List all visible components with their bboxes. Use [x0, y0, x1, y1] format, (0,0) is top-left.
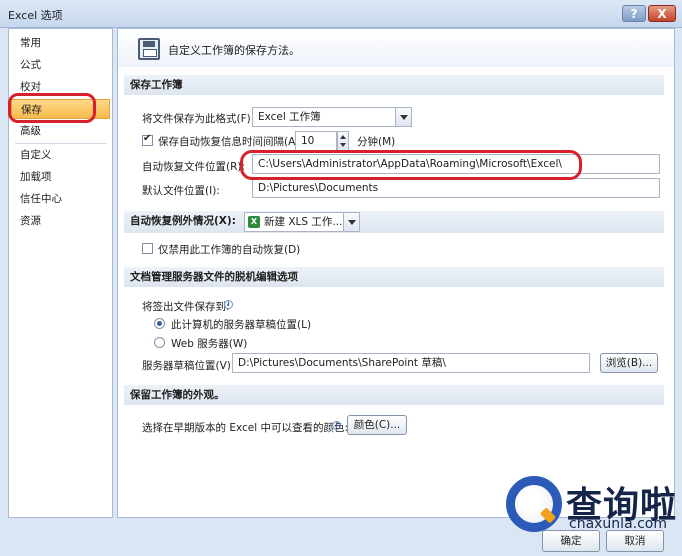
section-save-workbooks: 保存工作簿 [124, 75, 664, 95]
local-drafts-label: 此计算机的服务器草稿位置(L) [171, 319, 312, 331]
save-to-label: 将签出文件保存到: [142, 301, 230, 313]
autorecover-exceptions-label: 自动恢复例外情况(X): [130, 215, 236, 227]
save-icon [138, 38, 160, 60]
default-location-label: 默认文件位置(I): [142, 185, 220, 197]
sidebar-item-addins[interactable]: 加载项 [11, 167, 110, 187]
browse-button[interactable]: 浏览(B)... [600, 353, 658, 373]
autorecover-checkbox[interactable] [142, 133, 153, 146]
drafts-location-input[interactable]: D:\Pictures\Documents\SharePoint 草稿\ [232, 353, 590, 373]
radio-local-drafts[interactable] [154, 318, 165, 329]
chevron-down-icon[interactable] [395, 108, 411, 126]
sidebar-item-resources[interactable]: 资源 [11, 211, 110, 231]
sidebar-item-popular[interactable]: 常用 [11, 33, 110, 53]
cancel-button[interactable]: 取消 [606, 530, 664, 552]
sidebar-item-advanced[interactable]: 高级 [11, 121, 110, 141]
watermark-logo-icon [506, 476, 562, 532]
web-server-label: Web 服务器(W) [171, 338, 248, 350]
autorecover-location-label: 自动恢复文件位置(R): [142, 161, 246, 173]
ok-button[interactable]: 确定 [542, 530, 600, 552]
section-offline-editing: 文档管理服务器文件的脱机编辑选项 [124, 267, 664, 287]
sidebar-item-formulas[interactable]: 公式 [11, 55, 110, 75]
autorecover-label: 保存自动恢复信息时间间隔(A) [158, 136, 300, 148]
watermark-domain: chaxunla.com [569, 516, 667, 532]
save-format-value: Excel 工作簿 [258, 111, 321, 123]
exceptions-workbook-value: 新建 XLS 工作... [264, 216, 343, 228]
radio-web-server[interactable] [154, 337, 165, 348]
header-description: 自定义工作簿的保存方法。 [168, 44, 300, 57]
exceptions-workbook-select[interactable]: X 新建 XLS 工作... [244, 212, 360, 232]
colors-label: 选择在早期版本的 Excel 中可以查看的颜色: [142, 422, 349, 434]
autorecover-minutes-spinner[interactable] [337, 131, 349, 151]
colors-button[interactable]: 颜色(C)... [347, 415, 407, 435]
sidebar-divider [15, 143, 107, 144]
sidebar-item-customize[interactable]: 自定义 [11, 145, 110, 165]
title-bar: Excel 选项 ? X [0, 0, 682, 28]
save-format-label: 将文件保存为此格式(F): [142, 113, 255, 125]
section-appearance: 保留工作簿的外观。 [124, 385, 664, 405]
excel-file-icon: X [248, 216, 260, 228]
autorecover-minutes-input[interactable]: 10 [295, 131, 337, 151]
section-autorecover-exceptions: 自动恢复例外情况(X): [124, 211, 664, 233]
minutes-unit-label: 分钟(M) [357, 136, 396, 148]
options-content: 自定义工作簿的保存方法。 保存工作簿 将文件保存为此格式(F): Excel 工… [117, 28, 675, 518]
drafts-location-label: 服务器草稿位置(V): [142, 360, 235, 372]
close-button[interactable]: X [648, 5, 676, 22]
annotation-circle-save [8, 93, 96, 123]
sidebar-item-trust-center[interactable]: 信任中心 [11, 189, 110, 209]
save-format-select[interactable]: Excel 工作簿 [252, 107, 412, 127]
disable-autorecover-label: 仅禁用此工作簿的自动恢复(D) [158, 244, 301, 256]
info-icon: i [332, 421, 341, 430]
disable-autorecover-checkbox[interactable] [142, 243, 153, 254]
default-location-input[interactable]: D:\Pictures\Documents [252, 178, 660, 198]
help-button[interactable]: ? [622, 5, 646, 22]
info-icon: i [224, 300, 233, 309]
chevron-down-icon[interactable] [343, 213, 359, 231]
content-header: 自定义工作簿的保存方法。 [118, 29, 674, 67]
window-title: Excel 选项 [8, 9, 63, 22]
annotation-circle-path [240, 150, 582, 180]
